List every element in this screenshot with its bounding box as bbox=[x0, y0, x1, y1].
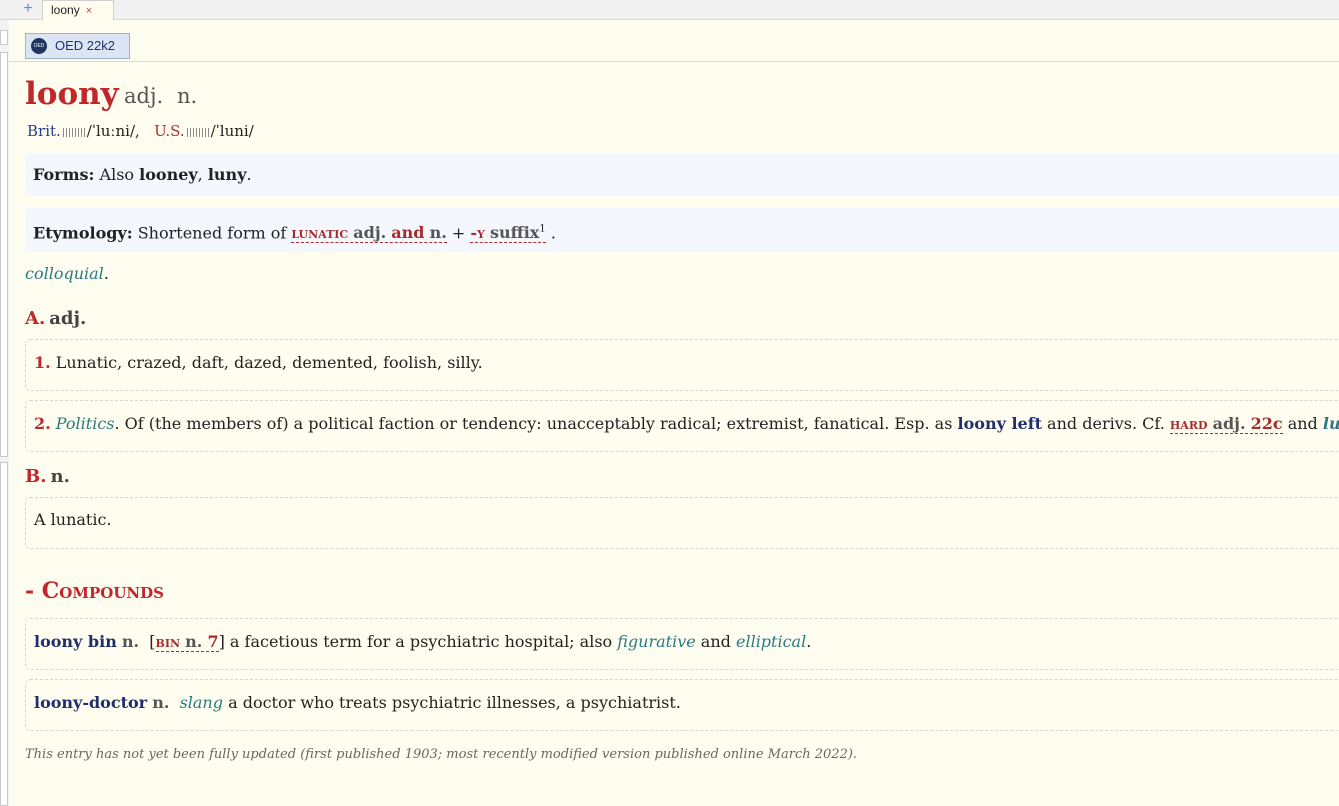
oed-logo-icon: OED bbox=[31, 38, 47, 54]
compound-loony-bin: loony bin n. [bin n. 7] a facetious term… bbox=[25, 618, 1339, 670]
compound-pos: n. bbox=[121, 632, 140, 651]
tab-bar: + loony × bbox=[0, 0, 1339, 20]
register-line: colloquial. bbox=[25, 264, 109, 283]
xref-y-pos: suffix bbox=[489, 223, 540, 243]
tab-loony[interactable]: loony × bbox=[42, 0, 114, 20]
brit-ipa: /ˈluːni/, bbox=[86, 122, 140, 140]
headword-pos-n: n. bbox=[177, 84, 198, 108]
phrase-lunatic-fringe[interactable]: lunatic fri bbox=[1323, 414, 1339, 433]
sense-definition: A lunatic. bbox=[34, 510, 112, 529]
phrase-loony-left: loony left bbox=[957, 414, 1042, 433]
forms-end: . bbox=[246, 165, 252, 184]
xref-lunatic-and: and bbox=[391, 223, 425, 243]
compound-loony-doctor: loony-doctor n. slang a doctor who treat… bbox=[25, 679, 1339, 731]
etymology-end: . bbox=[550, 223, 556, 243]
etymology-box: Etymology: Shortened form of lunatic adj… bbox=[25, 208, 1339, 252]
xref-y-word: -y bbox=[470, 223, 485, 243]
xref-y-sup: 1 bbox=[539, 224, 546, 235]
etymology-plus: + bbox=[446, 223, 471, 243]
section-b-pos: n. bbox=[50, 466, 70, 487]
dictionary-name: OED 22k2 bbox=[55, 38, 115, 53]
xref-hard-word: hard bbox=[1169, 414, 1208, 433]
sense-definition-and: and bbox=[1282, 414, 1323, 433]
register-end: . bbox=[103, 264, 109, 283]
etymology-label: Etymology: bbox=[33, 223, 133, 243]
brit-label: Brit. bbox=[27, 122, 61, 140]
sense-number: 2. bbox=[34, 414, 51, 433]
sense-b1: A lunatic. bbox=[25, 497, 1339, 549]
entry-footer-note: This entry has not yet been fully update… bbox=[25, 747, 858, 762]
audio-icon-brit[interactable] bbox=[62, 127, 85, 137]
compounds-heading[interactable]: - Compounds bbox=[25, 578, 164, 604]
left-panel-segment bbox=[0, 462, 8, 806]
audio-icon-us[interactable] bbox=[186, 127, 209, 137]
sense-definition: . Of (the members of) a political factio… bbox=[114, 414, 958, 433]
xref-lunatic-pos2: n. bbox=[429, 223, 447, 243]
form-looney: looney bbox=[139, 165, 198, 184]
pronunciation: Brit. /ˈluːni/, U.S. /ˈluni/ bbox=[27, 122, 254, 140]
label-elliptical[interactable]: elliptical bbox=[736, 632, 806, 651]
us-label: U.S. bbox=[154, 122, 185, 140]
compound-definition: a facetious term for a psychiatric hospi… bbox=[224, 632, 618, 651]
forms-box: Forms: Also looney, luny. bbox=[25, 154, 1339, 196]
compound-word: loony bin bbox=[34, 632, 117, 651]
register-label[interactable]: colloquial bbox=[25, 264, 104, 283]
sense-1: 1. Lunatic, crazed, daft, dazed, demente… bbox=[25, 339, 1339, 391]
section-a-letter: A. bbox=[25, 308, 46, 329]
xref-bin-pos: n. bbox=[185, 632, 203, 651]
domain-label-politics[interactable]: Politics bbox=[56, 414, 115, 433]
compound-definition: a doctor who treats psychiatric illnesse… bbox=[222, 693, 681, 712]
dictionary-content: OED OED 22k2 loony adj. n. Brit. /ˈluːni/… bbox=[9, 20, 1339, 806]
forms-label: Forms: bbox=[33, 165, 95, 184]
headword: loony bbox=[25, 76, 119, 112]
label-figurative[interactable]: figurative bbox=[617, 632, 695, 651]
sense-number: 1. bbox=[34, 353, 51, 372]
xref-hard-sense: 22c bbox=[1250, 414, 1283, 433]
form-luny: luny bbox=[207, 165, 247, 184]
new-tab-icon[interactable]: + bbox=[20, 0, 36, 19]
compound-and: and bbox=[695, 632, 736, 651]
xref-bin[interactable]: bin n. 7 bbox=[155, 632, 219, 652]
xref-bin-num: 7 bbox=[207, 632, 219, 651]
left-panel-segment bbox=[0, 52, 8, 457]
label-slang[interactable]: slang bbox=[180, 693, 223, 712]
xref-bin-word: bin bbox=[155, 632, 181, 651]
xref-lunatic-pos1: adj. bbox=[353, 223, 387, 243]
dictionary-button[interactable]: OED OED 22k2 bbox=[25, 33, 130, 59]
xref-lunatic[interactable]: lunatic adj. and n. bbox=[291, 223, 447, 244]
close-icon[interactable]: × bbox=[86, 5, 92, 17]
left-panel-segment bbox=[0, 30, 8, 45]
section-a-pos: adj. bbox=[49, 308, 87, 329]
xref-y-suffix[interactable]: -y suffix1 bbox=[470, 223, 546, 244]
us-ipa: /ˈluni/ bbox=[210, 122, 254, 140]
headword-pos-adj: adj. bbox=[124, 84, 164, 108]
left-panel-edge bbox=[0, 0, 9, 806]
sense-definition-cont: and derivs. Cf. bbox=[1041, 414, 1170, 433]
dictionary-bar: OED OED 22k2 bbox=[9, 20, 1339, 62]
compound-pos: n. bbox=[152, 693, 170, 712]
compound-end: . bbox=[806, 632, 812, 651]
section-b-heading: B. n. bbox=[25, 466, 70, 487]
section-b-letter: B. bbox=[25, 466, 47, 487]
xref-lunatic-word: lunatic bbox=[291, 223, 349, 243]
compound-word: loony-doctor bbox=[34, 693, 148, 712]
sense-definition: Lunatic, crazed, daft, dazed, demented, … bbox=[55, 353, 483, 372]
forms-sep: , bbox=[197, 165, 208, 184]
sense-2: 2. Politics. Of (the members of) a polit… bbox=[25, 400, 1339, 452]
forms-intro: Also bbox=[99, 165, 140, 184]
etymology-text: Shortened form of bbox=[137, 223, 292, 243]
section-a-heading: A. adj. bbox=[25, 308, 86, 329]
xref-hard-pos: adj. bbox=[1212, 414, 1246, 433]
tab-label: loony bbox=[51, 3, 80, 17]
xref-hard[interactable]: hard adj. 22c bbox=[1169, 414, 1283, 434]
